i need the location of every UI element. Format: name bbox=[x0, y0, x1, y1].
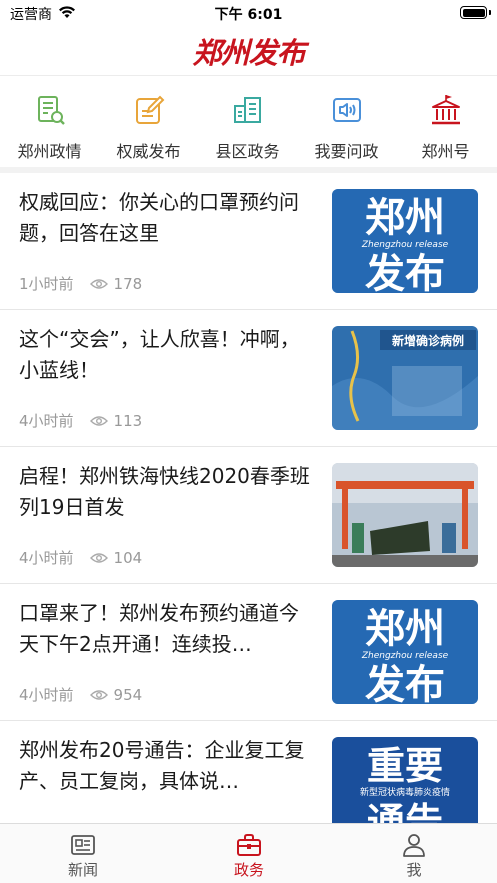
news-title: 郑州发布20号通告：企业复工复产、员工复岗，具体说… bbox=[19, 738, 305, 793]
news-thumbnail[interactable] bbox=[332, 463, 478, 567]
news-title: 口罩来了！郑州发布预约通道今天下午2点开通！连续投… bbox=[19, 601, 299, 656]
thumb-text: 发布 bbox=[365, 251, 445, 293]
news-item[interactable]: 口罩来了！郑州发布预约通道今天下午2点开通！连续投… 4小时前 954 郑州 Z… bbox=[0, 584, 497, 721]
news-title: 这个“交会”，让人欣喜！冲啊，小蓝线！ bbox=[19, 327, 300, 382]
tab-me[interactable]: 我 bbox=[331, 824, 497, 883]
thumb-text: 重要 bbox=[367, 744, 443, 788]
news-title: 启程！郑州铁海快线2020春季班列19日首发 bbox=[19, 464, 310, 519]
tab-label: 新闻 bbox=[67, 861, 98, 879]
quick-nav-xianqu[interactable]: 县区政务 bbox=[198, 93, 297, 162]
quick-nav: 郑州政情 权威发布 县区政务 我要问政 郑州号 bbox=[0, 77, 497, 173]
document-pen-icon bbox=[37, 96, 65, 125]
thumb-text: 郑州 bbox=[365, 606, 445, 652]
quick-nav-zhengqing[interactable]: 郑州政情 bbox=[0, 93, 99, 162]
news-thumbnail[interactable]: 郑州 Zhengzhou release 发布 bbox=[332, 189, 478, 293]
edit-note-icon bbox=[135, 95, 164, 124]
status-time: 下午 6:01 bbox=[214, 7, 283, 23]
thumb-subtitle: Zhengzhou release bbox=[361, 240, 449, 250]
thumb-subtitle: 新型冠状病毒肺炎疫情 bbox=[360, 786, 450, 798]
battery-icon bbox=[460, 6, 487, 19]
buildings-icon bbox=[233, 97, 261, 123]
news-views: 113 bbox=[113, 411, 143, 430]
thumb-text: 通告 bbox=[367, 800, 443, 823]
speaker-icon bbox=[332, 98, 361, 122]
news-item[interactable]: 郑州发布20号通告：企业复工复产、员工复岗，具体说… 重要 新型冠状病毒肺炎疫情… bbox=[0, 721, 497, 823]
thumb-text: 发布 bbox=[365, 662, 445, 704]
tab-label: 政务 bbox=[233, 861, 264, 879]
quick-nav-label: 权威发布 bbox=[116, 142, 181, 161]
news-item[interactable]: 这个“交会”，让人欣喜！冲啊，小蓝线！ 4小时前 113 新增确诊病例 bbox=[0, 310, 497, 447]
news-list: 权威回应：你关心的口罩预约问题，回答在这里 1小时前 178 郑州 Zhengz… bbox=[0, 173, 497, 823]
thumb-caption: 新增确诊病例 bbox=[392, 333, 464, 348]
news-title: 权威回应：你关心的口罩预约问题，回答在这里 bbox=[19, 190, 299, 245]
news-item[interactable]: 权威回应：你关心的口罩预约问题，回答在这里 1小时前 178 郑州 Zhengz… bbox=[0, 173, 497, 310]
quick-nav-quanwei[interactable]: 权威发布 bbox=[99, 93, 198, 162]
news-views: 954 bbox=[113, 685, 143, 704]
tab-label: 我 bbox=[406, 861, 422, 879]
government-building-icon bbox=[431, 95, 460, 125]
news-time: 1小时前 bbox=[19, 275, 74, 293]
news-time: 4小时前 bbox=[19, 549, 74, 567]
thumb-text: 郑州 bbox=[365, 195, 445, 241]
app-logo: 郑州发布 bbox=[192, 36, 305, 70]
news-time: 4小时前 bbox=[19, 686, 74, 704]
news-thumbnail[interactable]: 新增确诊病例 bbox=[332, 326, 478, 430]
quick-nav-label: 我要问政 bbox=[314, 142, 379, 161]
quick-nav-label: 郑州号 bbox=[421, 142, 470, 161]
news-time: 4小时前 bbox=[19, 412, 74, 430]
tab-bar: 新闻 政务 我 bbox=[0, 823, 497, 883]
thumb-subtitle: Zhengzhou release bbox=[361, 651, 449, 661]
news-thumbnail[interactable]: 郑州 Zhengzhou release 发布 bbox=[332, 600, 478, 704]
quick-nav-wenzheng[interactable]: 我要问政 bbox=[297, 93, 396, 162]
eye-icon bbox=[89, 415, 108, 426]
newspaper-icon bbox=[71, 835, 95, 855]
news-views: 104 bbox=[113, 548, 143, 567]
person-icon bbox=[403, 834, 425, 857]
tab-government[interactable]: 政务 bbox=[166, 824, 332, 883]
news-meta: 4小时前 104 bbox=[19, 547, 142, 568]
battery-tip bbox=[489, 10, 491, 15]
tab-news[interactable]: 新闻 bbox=[0, 824, 166, 883]
news-views: 178 bbox=[113, 274, 143, 293]
news-item[interactable]: 启程！郑州铁海快线2020春季班列19日首发 4小时前 104 bbox=[0, 447, 497, 584]
quick-nav-zhengzhouhao[interactable]: 郑州号 bbox=[396, 93, 495, 162]
briefcase-icon bbox=[237, 834, 261, 856]
news-thumbnail[interactable]: 重要 新型冠状病毒肺炎疫情 通告 bbox=[332, 737, 478, 823]
news-meta: 4小时前 113 bbox=[19, 410, 142, 431]
news-meta: 4小时前 954 bbox=[19, 684, 142, 705]
eye-icon bbox=[89, 552, 108, 563]
eye-icon bbox=[89, 278, 108, 289]
news-meta: 1小时前 178 bbox=[19, 273, 142, 294]
eye-icon bbox=[89, 689, 108, 700]
status-bar: 运营商 下午 6:01 bbox=[0, 0, 497, 26]
app-header: 郑州发布 bbox=[0, 26, 497, 76]
quick-nav-label: 郑州政情 bbox=[17, 142, 82, 161]
quick-nav-label: 县区政务 bbox=[215, 142, 280, 161]
